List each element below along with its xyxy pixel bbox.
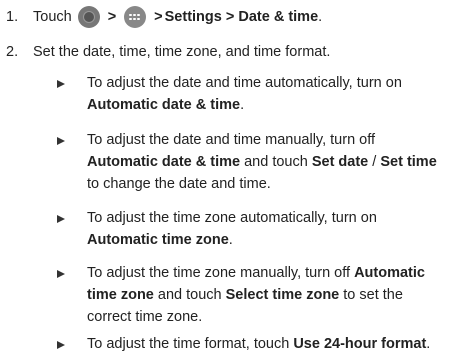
- step-text: Set the date, time, time zone, and time …: [33, 44, 331, 60]
- setting-name: Automatic date & time: [87, 154, 241, 170]
- step-verb: Touch: [33, 9, 72, 25]
- settings-path: Settings > Date & time: [164, 9, 319, 25]
- step-2: 2. Set the date, time, time zone, and ti…: [6, 41, 330, 63]
- bullet-auto-date-time: To adjust the date and time automaticall…: [57, 72, 442, 116]
- bullet-text: To adjust the time zone automatically, t…: [87, 210, 377, 248]
- bullet-manual-time-zone: To adjust the time zone manually, turn o…: [57, 262, 442, 328]
- setting-name: Automatic date & time: [87, 97, 241, 113]
- bullet-time-format: To adjust the time format, touch Use 24-…: [57, 333, 442, 355]
- setting-name: Select time zone: [225, 287, 340, 303]
- separator: >: [107, 9, 117, 25]
- setting-name: Use 24-hour format: [293, 336, 427, 352]
- step-end: .: [318, 9, 323, 25]
- bullet-text: To adjust the date and time automaticall…: [87, 75, 402, 113]
- setting-name: Set time: [380, 154, 437, 170]
- home-button-icon: [77, 6, 100, 28]
- instructions-page: 1. Touch > > Settings > Date & time. 2. …: [0, 0, 457, 356]
- bullet-triangle-icon: [57, 341, 65, 349]
- separator: >: [154, 9, 163, 25]
- setting-name: Set date: [311, 154, 369, 170]
- bullet-text: To adjust the time zone manually, turn o…: [87, 265, 425, 325]
- step-1: 1. Touch > > Settings > Date & time.: [6, 6, 322, 28]
- bullet-text: To adjust the time format, touch Use 24-…: [87, 336, 431, 352]
- bullet-triangle-icon: [57, 137, 65, 145]
- bullet-manual-date-time: To adjust the date and time manually, tu…: [57, 129, 442, 195]
- step-number: 1.: [6, 9, 19, 25]
- apps-dots: [129, 14, 141, 20]
- bullet-triangle-icon: [57, 80, 65, 88]
- bullet-triangle-icon: [57, 270, 65, 278]
- all-apps-icon: [124, 6, 147, 28]
- bullet-text: To adjust the date and time manually, tu…: [87, 132, 437, 192]
- bullet-triangle-icon: [57, 215, 65, 223]
- setting-name: Automatic time zone: [87, 232, 229, 248]
- bullet-auto-time-zone: To adjust the time zone automatically, t…: [57, 207, 442, 251]
- step-number: 2.: [6, 44, 19, 60]
